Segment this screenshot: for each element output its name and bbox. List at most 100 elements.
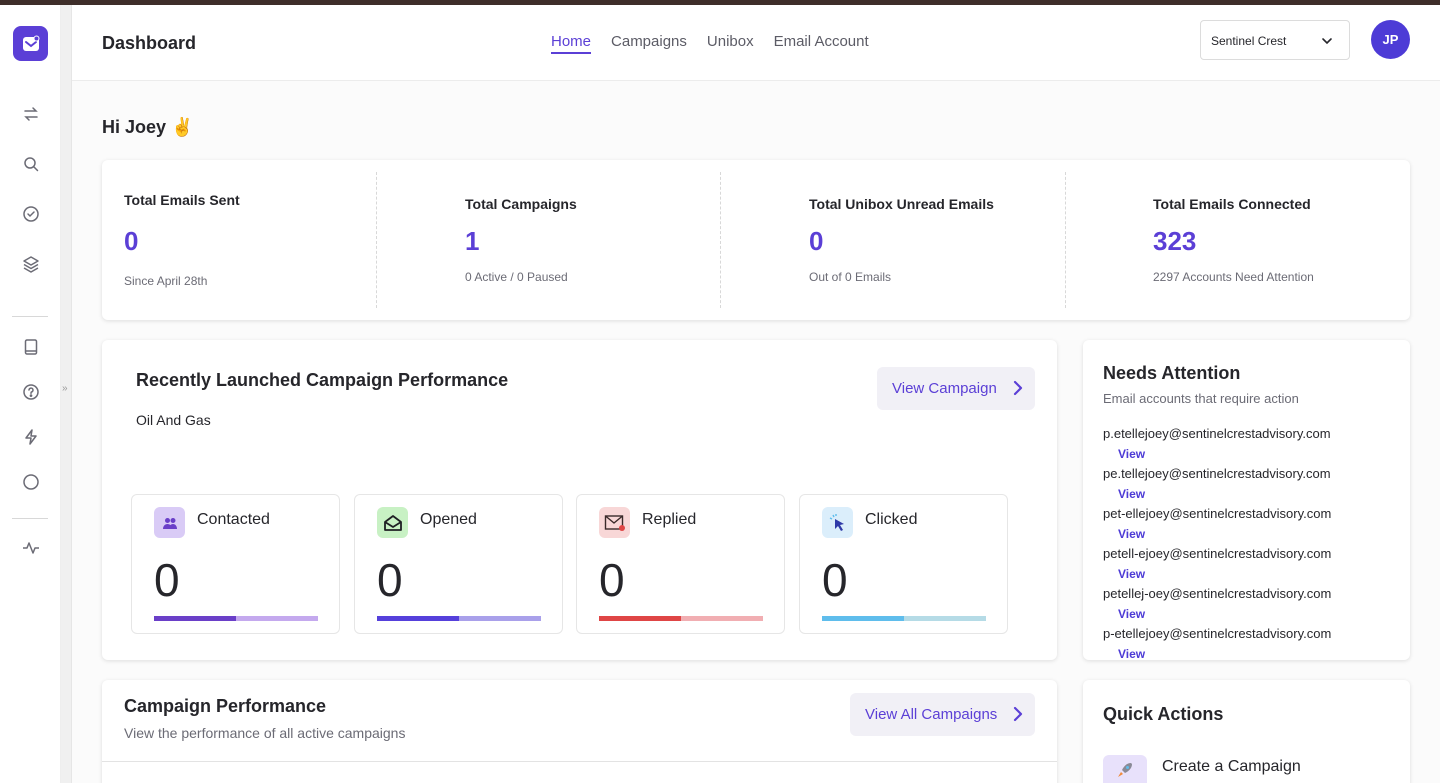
view-campaign-label: View Campaign [892, 380, 997, 397]
stat-campaigns: Total Campaigns 1 0 Active / 0 Paused [465, 160, 715, 320]
view-link[interactable]: View [1118, 487, 1145, 501]
needs-attention-subtitle: Email accounts that require action [1103, 391, 1299, 406]
chevron-down-icon [1321, 35, 1333, 50]
campaign-performance-title: Campaign Performance [124, 696, 327, 716]
view-link[interactable]: View [1118, 527, 1145, 541]
greeting: Hi Joey ✌️ [102, 117, 194, 137]
stat-unibox-unread: Total Unibox Unread Emails 0 Out of 0 Em… [809, 160, 1059, 320]
campaign-name: Oil And Gas [136, 412, 211, 428]
chevron-right-icon [1011, 706, 1025, 726]
activity-icon[interactable] [20, 537, 42, 559]
metric-bar [599, 616, 763, 621]
mail-logo-icon [22, 35, 39, 51]
stat-sub: Since April 28th [124, 274, 208, 288]
stats-card: Total Emails Sent 0 Since April 28th Tot… [102, 160, 1410, 320]
sidebar-divider [12, 316, 48, 317]
account-email: petellej-oey@sentinelcrestadvisory.com [1103, 586, 1332, 601]
stat-label: Total Campaigns [465, 196, 577, 212]
envelope-reply-icon [599, 507, 630, 538]
quick-actions-title: Quick Actions [1103, 704, 1224, 724]
stat-divider [376, 172, 377, 308]
nav-email-account[interactable]: Email Account [774, 33, 869, 54]
stat-sub: 2297 Accounts Need Attention [1153, 270, 1314, 284]
metric-label: Replied [642, 511, 697, 528]
list-item: petellej-oey@sentinelcrestadvisory.com V… [1103, 586, 1403, 626]
page-title: Dashboard [102, 33, 197, 53]
list-item: pet-ellejoey@sentinelcrestadvisory.com V… [1103, 506, 1403, 546]
workspace-select[interactable]: Sentinel Crest [1200, 20, 1350, 60]
recent-campaign-card: Recently Launched Campaign Performance O… [102, 340, 1057, 660]
needs-attention-card: Needs Attention Email accounts that requ… [1083, 340, 1410, 660]
nav-home[interactable]: Home [551, 33, 592, 54]
search-icon[interactable] [20, 153, 42, 175]
expand-chevron-icon: » [62, 383, 68, 394]
stat-emails-sent: Total Emails Sent 0 Since April 28th [124, 160, 374, 320]
metric-value: 0 [154, 554, 180, 606]
app-logo[interactable] [13, 26, 48, 61]
create-campaign-action[interactable]: Create a Campaign [1162, 758, 1301, 776]
metric-label: Contacted [197, 511, 270, 528]
account-email: petell-ejoey@sentinelcrestadvisory.com [1103, 546, 1332, 561]
layers-icon[interactable] [20, 253, 42, 275]
metric-label: Opened [420, 511, 477, 528]
metric-value: 0 [822, 554, 848, 606]
lightning-icon[interactable] [20, 426, 42, 448]
view-link[interactable]: View [1118, 567, 1145, 581]
campaign-performance-card: Campaign Performance View the performanc… [102, 680, 1057, 783]
stat-value: 0 [124, 226, 139, 256]
metric-contacted: Contacted 0 [131, 494, 340, 634]
top-header: Dashboard Home Campaigns Unibox Email Ac… [72, 5, 1440, 81]
recent-campaign-title: Recently Launched Campaign Performance [136, 370, 509, 390]
view-link[interactable]: View [1118, 647, 1145, 660]
metric-bar [154, 616, 318, 621]
user-avatar[interactable]: JP [1371, 20, 1410, 59]
list-item: pe.tellejoey@sentinelcrestadvisory.com V… [1103, 466, 1403, 506]
campaign-performance-subtitle: View the performance of all active campa… [124, 725, 406, 741]
account-email: p-etellejoey@sentinelcrestadvisory.com [1103, 626, 1332, 641]
stat-divider [1065, 172, 1066, 308]
needs-attention-title: Needs Attention [1103, 363, 1241, 383]
stat-value: 1 [465, 226, 480, 256]
check-circle-icon[interactable] [20, 203, 42, 225]
view-link[interactable]: View [1118, 447, 1145, 461]
stat-sub: Out of 0 Emails [809, 270, 892, 284]
list-item: petell-ejoey@sentinelcrestadvisory.com V… [1103, 546, 1403, 586]
account-email: pet-ellejoey@sentinelcrestadvisory.com [1103, 506, 1332, 521]
rocket-icon[interactable] [1103, 755, 1147, 783]
workspace-name: Sentinel Crest [1211, 34, 1287, 48]
sync-icon[interactable] [20, 103, 42, 125]
metric-value: 0 [377, 554, 403, 606]
sidebar-collapse-handle[interactable]: » [61, 5, 72, 783]
sidebar-divider [12, 518, 48, 519]
metric-opened: Opened 0 [354, 494, 563, 634]
stat-value: 0 [809, 226, 824, 256]
list-item: p.etellejoey@sentinelcrestadvisory.com V… [1103, 426, 1403, 466]
view-all-campaigns-label: View All Campaigns [865, 706, 998, 723]
help-icon[interactable] [20, 381, 42, 403]
circle-icon[interactable] [20, 471, 42, 493]
attention-list: p.etellejoey@sentinelcrestadvisory.com V… [1103, 426, 1403, 660]
stat-label: Total Unibox Unread Emails [809, 196, 994, 212]
stat-divider [720, 172, 721, 308]
metric-label: Clicked [865, 511, 918, 528]
book-icon[interactable] [20, 336, 42, 358]
metric-clicked: Clicked 0 [799, 494, 1008, 634]
stat-value: 323 [1153, 226, 1197, 256]
metric-bar [822, 616, 986, 621]
view-all-campaigns-button[interactable]: View All Campaigns [850, 693, 1035, 736]
view-campaign-button[interactable]: View Campaign [877, 367, 1035, 410]
chevron-right-icon [1011, 380, 1025, 400]
metric-value: 0 [599, 554, 625, 606]
nav-unibox[interactable]: Unibox [707, 33, 754, 54]
account-email: pe.tellejoey@sentinelcrestadvisory.com [1103, 466, 1331, 481]
sidebar [0, 5, 61, 783]
metric-replied: Replied 0 [576, 494, 785, 634]
contacts-icon [154, 507, 185, 538]
cursor-click-icon [822, 507, 853, 538]
view-link[interactable]: View [1118, 607, 1145, 621]
stat-label: Total Emails Sent [124, 192, 240, 208]
envelope-open-icon [377, 507, 408, 538]
divider [102, 761, 1057, 762]
stat-sub: 0 Active / 0 Paused [465, 270, 568, 284]
nav-campaigns[interactable]: Campaigns [611, 33, 687, 54]
